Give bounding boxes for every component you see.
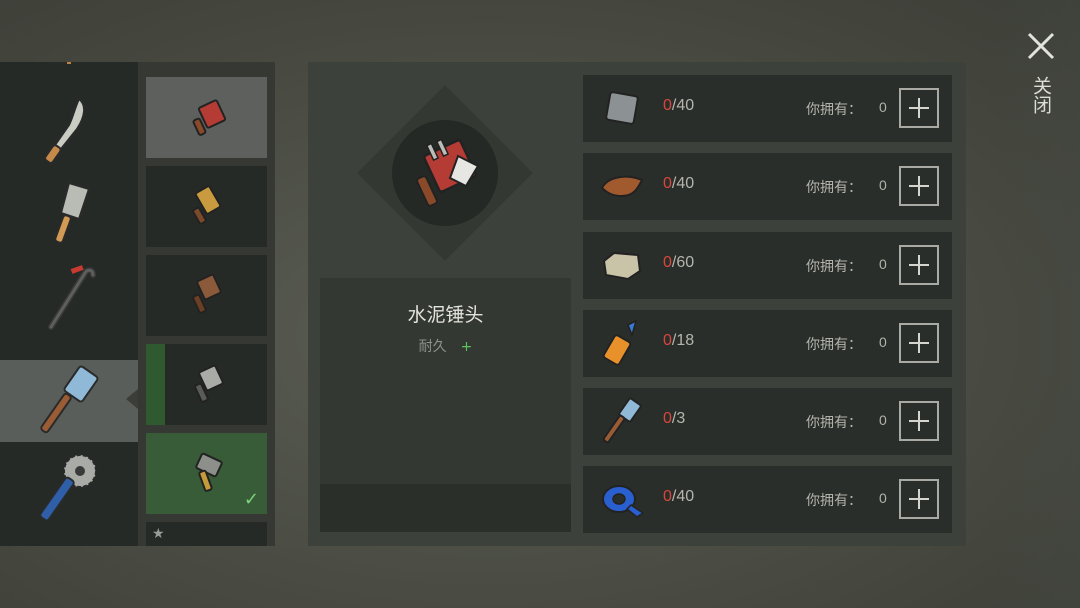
hammer-icon bbox=[597, 396, 647, 446]
durability-label: 耐久 bbox=[418, 339, 447, 355]
variant-cement-hammer[interactable] bbox=[146, 77, 267, 158]
add-button[interactable] bbox=[899, 323, 939, 363]
tape-icon bbox=[597, 474, 647, 524]
owned-label: 你拥有： bbox=[806, 415, 862, 431]
item-preview bbox=[392, 120, 498, 226]
plus-icon bbox=[909, 411, 929, 431]
machete-icon[interactable] bbox=[0, 92, 138, 174]
owned-value: 0 bbox=[879, 99, 887, 115]
selection-pointer bbox=[126, 389, 138, 409]
crowbar-icon[interactable] bbox=[0, 256, 138, 338]
resource-row: 0/18 你拥有： 0 bbox=[583, 310, 952, 377]
resource-row: 0/40 你拥有： 0 bbox=[583, 153, 952, 220]
metal-plate-icon bbox=[597, 83, 647, 133]
cement-hammer-large-icon bbox=[400, 126, 490, 220]
leather-icon bbox=[597, 161, 647, 211]
close-icon bbox=[1027, 32, 1055, 60]
item-name: 水泥锤头 bbox=[407, 304, 484, 326]
resource-count: 0/40 bbox=[663, 488, 695, 505]
cement-hammer-icon bbox=[184, 93, 230, 143]
iron-hammer-icon bbox=[184, 449, 230, 499]
progress-marker bbox=[146, 344, 165, 425]
plus-icon bbox=[909, 176, 929, 196]
wrapped-hammer-icon bbox=[184, 182, 230, 232]
crafting-screen: ✓ ★ 水泥锤头 耐久 + 0/40 你拥有： 0 0/40 你拥有： 0 0/… bbox=[0, 0, 1080, 608]
add-button[interactable] bbox=[899, 88, 939, 128]
add-button[interactable] bbox=[899, 479, 939, 519]
resource-count: 0/40 bbox=[663, 97, 695, 114]
add-button[interactable] bbox=[899, 401, 939, 441]
plus-icon bbox=[909, 255, 929, 275]
resource-row: 0/3 你拥有： 0 bbox=[583, 388, 952, 455]
check-icon: ✓ bbox=[243, 489, 259, 510]
resource-count: 0/3 bbox=[663, 410, 686, 427]
close-button[interactable] bbox=[1018, 28, 1064, 64]
saw-mace-icon[interactable] bbox=[0, 448, 138, 530]
resource-row: 0/40 你拥有： 0 bbox=[583, 75, 952, 142]
glue-icon bbox=[597, 318, 647, 368]
owned-label: 你拥有： bbox=[806, 180, 862, 196]
resource-count: 0/18 bbox=[663, 332, 695, 349]
owned-value: 0 bbox=[879, 334, 887, 350]
owned-value: 0 bbox=[879, 177, 887, 193]
variant-wood-hammer[interactable] bbox=[146, 255, 267, 336]
wood-hammer-icon bbox=[184, 271, 230, 321]
variant-iron-hammer[interactable]: ✓ bbox=[146, 433, 267, 514]
resource-row: 0/40 你拥有： 0 bbox=[583, 466, 952, 533]
stone-icon bbox=[597, 240, 647, 290]
close-label[interactable]: 关闭 bbox=[1030, 76, 1052, 114]
variant-list[interactable]: ✓ ★ bbox=[138, 62, 275, 546]
plus-icon bbox=[909, 333, 929, 353]
owned-value: 0 bbox=[879, 256, 887, 272]
sledgehammer-icon[interactable] bbox=[0, 360, 138, 442]
resource-count: 0/60 bbox=[663, 254, 695, 271]
item-info: 水泥锤头 耐久 + bbox=[320, 278, 571, 532]
add-button[interactable] bbox=[899, 245, 939, 285]
tool-list[interactable] bbox=[0, 62, 138, 546]
variant-steel-hammer[interactable] bbox=[146, 344, 267, 425]
plus-icon bbox=[909, 98, 929, 118]
resource-count: 0/40 bbox=[663, 175, 695, 192]
owned-value: 0 bbox=[879, 490, 887, 506]
owned-label: 你拥有： bbox=[806, 102, 862, 118]
variant-locked-hammer[interactable]: ★ bbox=[146, 522, 267, 546]
owned-value: 0 bbox=[879, 412, 887, 428]
owned-label: 你拥有： bbox=[806, 259, 862, 275]
steel-hammer-icon bbox=[184, 360, 230, 410]
add-button[interactable] bbox=[899, 166, 939, 206]
info-footer bbox=[320, 484, 571, 532]
durability: 耐久 + bbox=[320, 336, 571, 356]
cleaver-icon[interactable] bbox=[0, 174, 138, 256]
owned-label: 你拥有： bbox=[806, 337, 862, 353]
resource-row: 0/60 你拥有： 0 bbox=[583, 232, 952, 299]
owned-label: 你拥有： bbox=[806, 493, 862, 509]
durability-plus: + bbox=[460, 339, 473, 355]
tool-top-partial[interactable] bbox=[0, 62, 138, 92]
star-icon: ★ bbox=[152, 526, 165, 542]
plus-icon bbox=[909, 489, 929, 509]
variant-wrapped-hammer[interactable] bbox=[146, 166, 267, 247]
